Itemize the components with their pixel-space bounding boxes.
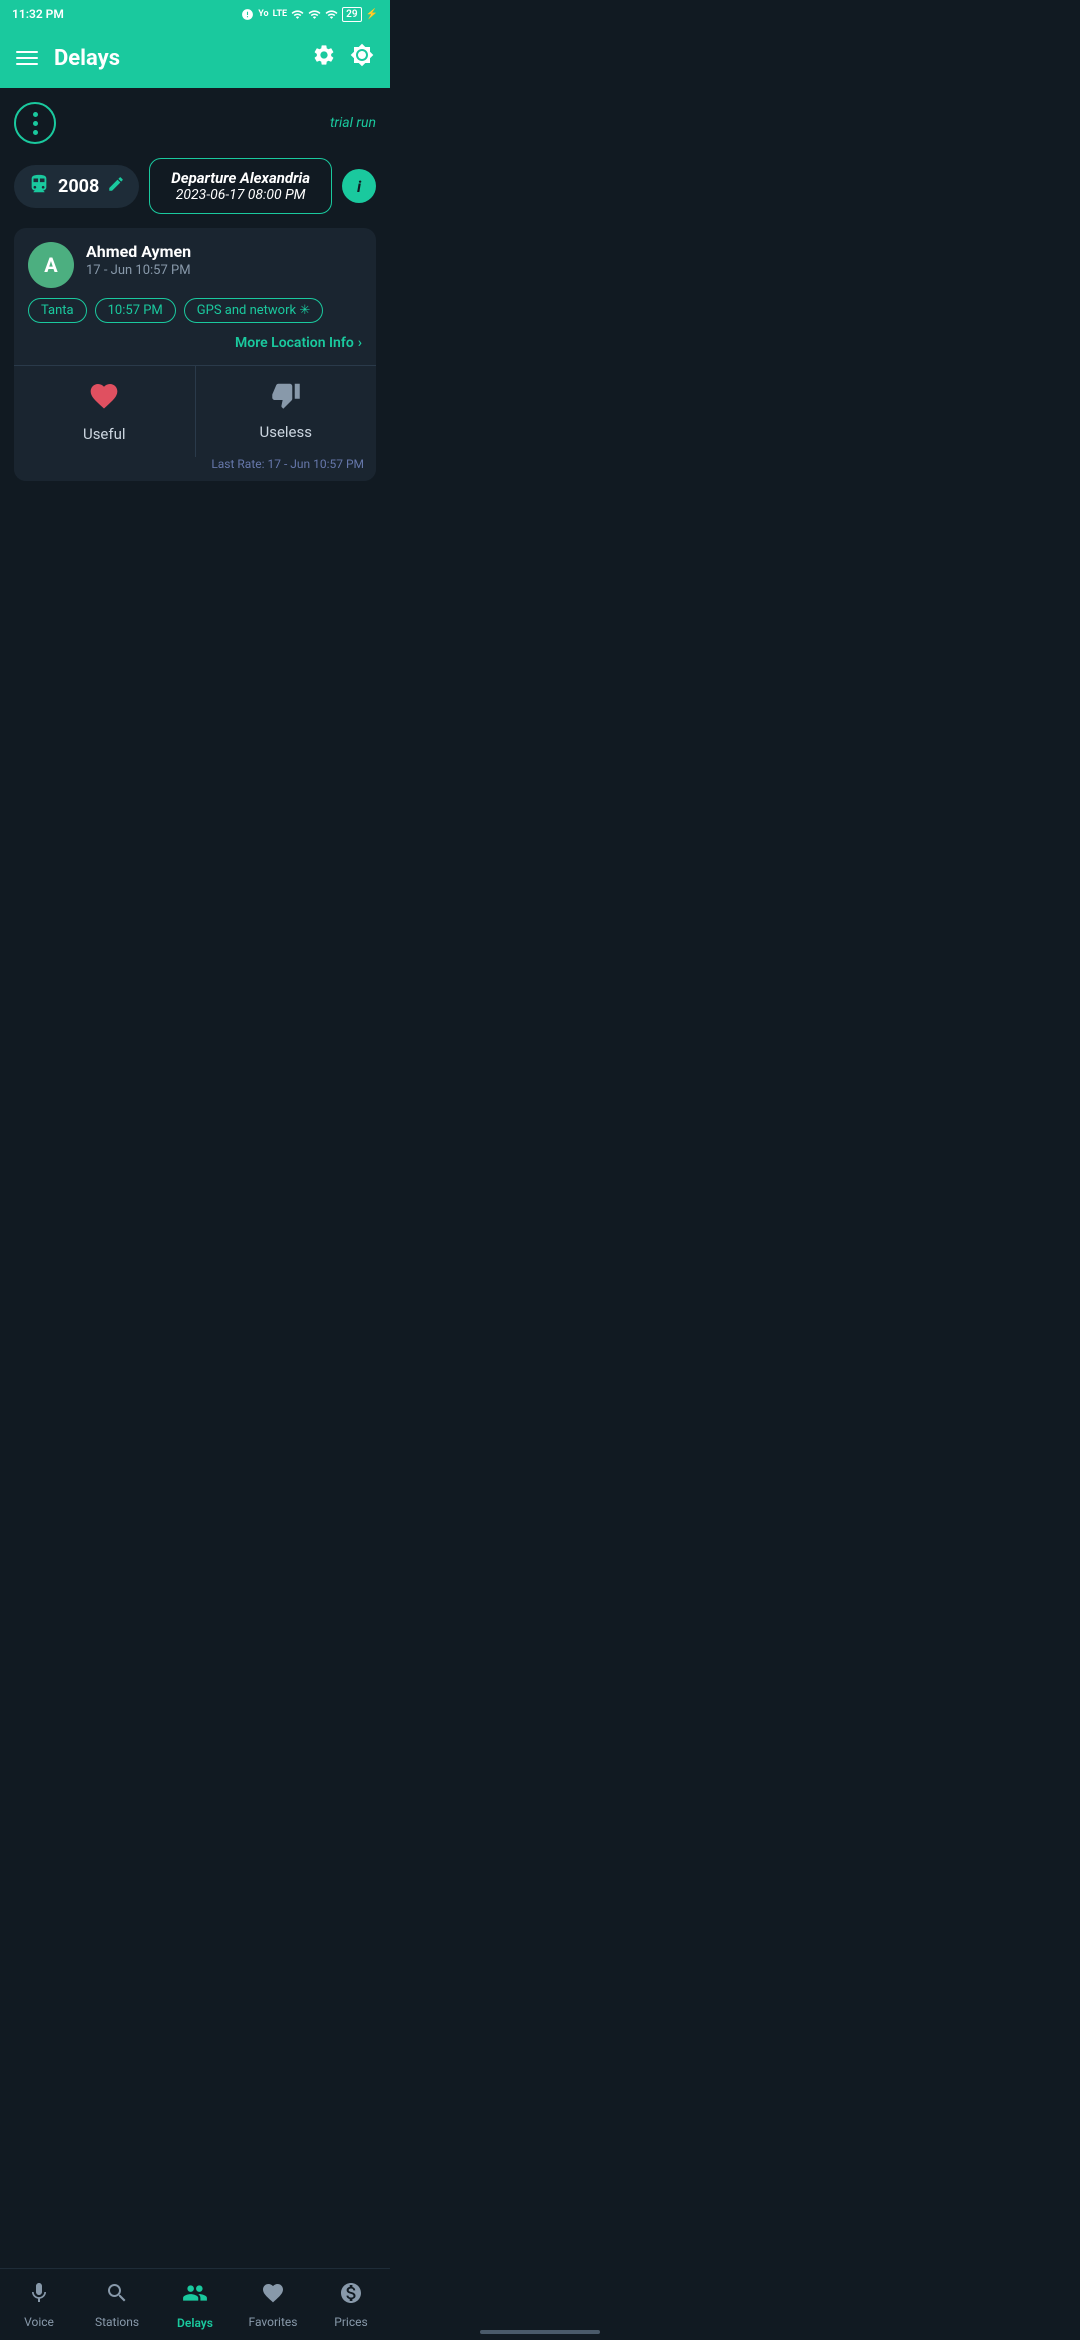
nav-delays[interactable]: Delays <box>156 2269 234 2340</box>
status-time: 11:32 PM <box>12 7 64 21</box>
nav-favorites[interactable]: Favorites <box>234 2269 312 2340</box>
alarm-icon <box>241 8 254 21</box>
departure-box[interactable]: Departure Alexandria 2023-06-17 08:00 PM <box>149 158 332 214</box>
battery-icon: 29 <box>342 7 361 22</box>
app-bar-actions <box>312 43 374 73</box>
tag-gps[interactable]: GPS and network ✳ <box>184 298 323 323</box>
page-title: Delays <box>54 46 296 71</box>
heart-icon <box>88 380 120 419</box>
nav-stations[interactable]: Stations <box>78 2269 156 2340</box>
menu-button[interactable] <box>16 51 38 65</box>
nav-voice[interactable]: Voice <box>0 2269 78 2340</box>
train-row: 2008 Departure Alexandria 2023-06-17 08:… <box>14 158 376 214</box>
wifi-icon <box>325 8 338 21</box>
departure-city: Departure Alexandria <box>164 169 317 187</box>
top-row: trial run <box>14 102 376 144</box>
report-header: A Ahmed Aymen 17 - Jun 10:57 PM <box>14 228 376 298</box>
settings-button[interactable] <box>312 43 336 73</box>
train-number: 2008 <box>58 176 99 197</box>
chevron-right-icon: › <box>358 335 362 351</box>
report-card: A Ahmed Aymen 17 - Jun 10:57 PM Tanta 10… <box>14 228 376 481</box>
prices-label: Prices <box>334 2315 367 2329</box>
reporter-name: Ahmed Aymen <box>86 242 362 261</box>
main-content: trial run 2008 Departure Alexandria 2023… <box>0 88 390 481</box>
app-bar: Delays <box>0 28 390 88</box>
useful-button[interactable]: Useful <box>14 366 195 457</box>
nav-prices[interactable]: Prices <box>312 2269 390 2340</box>
status-icons: Yo LTE 29 ⚡ <box>241 7 378 22</box>
report-time: 17 - Jun 10:57 PM <box>86 263 362 278</box>
favorites-label: Favorites <box>249 2315 298 2329</box>
people-icon <box>182 2280 208 2312</box>
stations-label: Stations <box>95 2315 139 2329</box>
report-meta: Ahmed Aymen 17 - Jun 10:57 PM <box>86 242 362 278</box>
tag-time[interactable]: 10:57 PM <box>95 298 176 323</box>
more-info-link[interactable]: More Location Info › <box>235 335 362 351</box>
more-info-label: More Location Info <box>235 335 354 351</box>
heart-nav-icon <box>261 2281 285 2311</box>
edit-icon[interactable] <box>107 175 125 197</box>
more-info-row: More Location Info › <box>14 331 376 365</box>
mic-icon <box>27 2281 51 2311</box>
rate-section: Useful Useless <box>14 366 376 457</box>
useful-label: Useful <box>83 425 126 443</box>
trial-run-label: trial run <box>330 115 376 131</box>
delays-label: Delays <box>177 2316 213 2330</box>
search-icon <box>105 2281 129 2311</box>
avatar: A <box>28 242 74 288</box>
home-indicator <box>480 2330 600 2334</box>
dots-vertical-icon <box>33 112 38 135</box>
tags-row: Tanta 10:57 PM GPS and network ✳ <box>14 298 376 331</box>
train-badge[interactable]: 2008 <box>14 165 139 208</box>
info-icon: i <box>357 177 361 196</box>
thumbdown-icon <box>271 380 301 417</box>
useless-label: Useless <box>259 423 312 441</box>
departure-date: 2023-06-17 08:00 PM <box>164 187 317 203</box>
voice-label: Voice <box>24 2315 54 2329</box>
charging-icon: ⚡ <box>366 9 378 20</box>
lte-badge: LTE <box>273 9 288 19</box>
dots-menu-button[interactable] <box>14 102 56 144</box>
signal2-icon <box>308 8 321 21</box>
dollar-icon <box>339 2281 363 2311</box>
bottom-nav: Voice Stations Delays Favorites <box>0 2268 390 2340</box>
signal1-icon <box>291 8 304 21</box>
info-button[interactable]: i <box>342 169 376 203</box>
last-rate-text: Last Rate: 17 - Jun 10:57 PM <box>14 457 376 481</box>
brightness-button[interactable] <box>350 43 374 73</box>
tag-location[interactable]: Tanta <box>28 298 87 323</box>
status-bar: 11:32 PM Yo LTE 29 ⚡ <box>0 0 390 28</box>
useless-button[interactable]: Useless <box>195 366 377 457</box>
yo-badge: Yo <box>258 9 268 19</box>
train-icon <box>28 173 50 200</box>
